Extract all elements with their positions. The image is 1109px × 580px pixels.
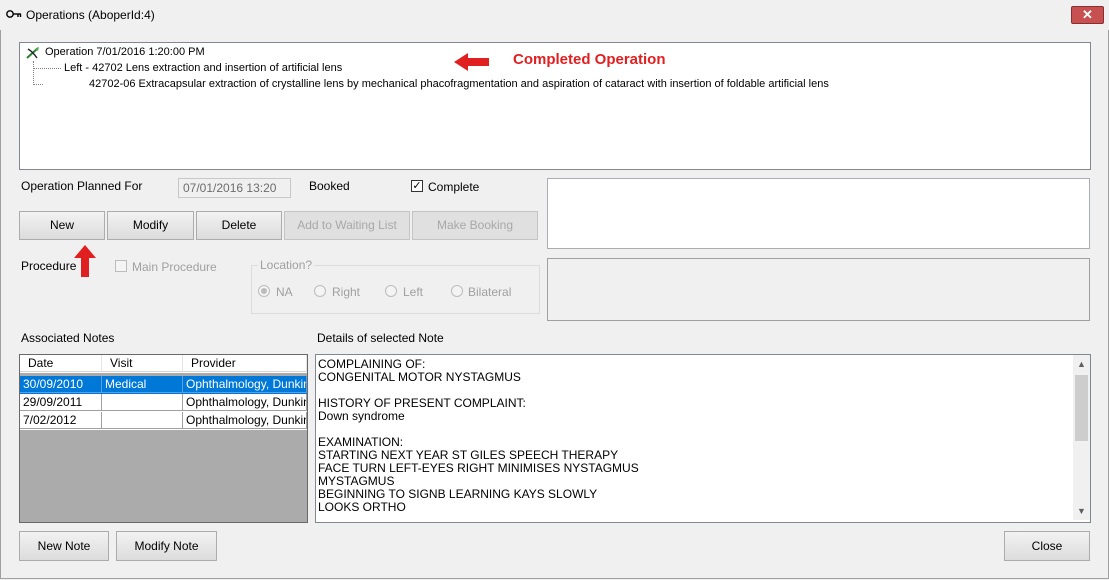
location-radio-bilateral[interactable] — [451, 285, 463, 297]
complete-checkbox[interactable]: ✓ — [411, 180, 423, 192]
new-button[interactable]: New — [19, 211, 105, 240]
cell-visit: Medical — [102, 376, 183, 393]
cell-date: 30/09/2010 — [20, 376, 102, 393]
column-header-provider[interactable]: Provider — [183, 355, 307, 372]
grid-header-row: Date Visit Provider — [20, 355, 307, 373]
completed-operation-annotation: Completed Operation — [513, 51, 666, 68]
title-bar: Operations (AboperId:4) ✕ — [0, 0, 1109, 30]
note-line: Down syndrome — [318, 409, 405, 423]
note-line: BEGINNING TO SIGNB LEARNING KAYS SLOWLY — [318, 487, 598, 501]
note-line: FACE TURN LEFT-EYES RIGHT MINIMISES NYST… — [318, 461, 639, 475]
cell-provider: Ophthalmology, Dunkin — [183, 394, 307, 411]
location-group-label: Location? — [258, 258, 315, 272]
location-radio-right[interactable] — [314, 285, 326, 297]
note-line: STARTING NEXT YEAR ST GILES SPEECH THERA… — [318, 448, 619, 462]
window-close-button[interactable]: ✕ — [1071, 6, 1104, 24]
scroll-up-icon[interactable]: ▲ — [1077, 359, 1086, 369]
operation-tree[interactable]: Operation 7/01/2016 1:20:00 PM Left - 42… — [19, 42, 1091, 170]
operation-planned-label: Operation Planned For — [21, 179, 143, 193]
cell-provider: Ophthalmology, Dunkin — [183, 376, 307, 393]
location-radio-left[interactable] — [385, 285, 397, 297]
make-booking-button[interactable]: Make Booking — [412, 211, 538, 240]
add-to-waiting-list-button[interactable]: Add to Waiting List — [284, 211, 410, 240]
modify-note-button[interactable]: Modify Note — [116, 531, 217, 561]
tree-item-subprocedure[interactable]: 42702-06 Extracapsular extraction of cry… — [89, 78, 829, 90]
procedure-details-panel — [547, 258, 1090, 321]
scrollbar-thumb[interactable] — [1075, 375, 1088, 441]
procedure-label: Procedure — [21, 259, 77, 273]
close-button[interactable]: Close — [1004, 531, 1090, 561]
column-header-date[interactable]: Date — [20, 355, 102, 372]
note-details-textbox[interactable]: COMPLAINING OF: CONGENITAL MOTOR NYSTAGM… — [315, 354, 1091, 523]
location-option-left: Left — [403, 285, 424, 299]
tree-connector — [33, 61, 34, 85]
tree-connector — [33, 84, 43, 85]
tree-connector — [33, 68, 61, 69]
location-option-na: NA — [276, 285, 293, 299]
location-option-bilateral: Bilateral — [468, 285, 512, 299]
note-line: LOOKS ORTHO — [318, 500, 406, 514]
operation-comment-box[interactable] — [547, 178, 1090, 249]
associated-notes-grid[interactable]: Date Visit Provider 30/09/2010 Medical O… — [19, 354, 308, 523]
note-line: EXAMINATION: — [318, 435, 404, 449]
note-line: COMPLAINING OF: — [318, 357, 426, 371]
cell-visit — [102, 412, 183, 429]
column-header-visit[interactable]: Visit — [102, 355, 183, 372]
tree-root-operation[interactable]: Operation 7/01/2016 1:20:00 PM — [45, 46, 205, 58]
complete-label: Complete — [428, 180, 480, 194]
note-details-scrollbar[interactable]: ▲ ▼ — [1073, 355, 1090, 520]
location-option-right: Right — [332, 285, 361, 299]
note-line: CONGENITAL MOTOR NYSTAGMUS — [318, 370, 521, 384]
table-row[interactable]: 30/09/2010 Medical Ophthalmology, Dunkin — [20, 376, 307, 394]
cell-date: 7/02/2012 — [20, 412, 102, 429]
operation-planned-field[interactable]: 07/01/2016 13:20 — [178, 178, 291, 198]
associated-notes-label: Associated Notes — [21, 331, 115, 345]
booked-label: Booked — [309, 179, 350, 193]
modify-button[interactable]: Modify — [107, 211, 194, 240]
cell-provider: Ophthalmology, Dunkin — [183, 412, 307, 429]
delete-button[interactable]: Delete — [196, 211, 282, 240]
main-procedure-label: Main Procedure — [132, 260, 217, 274]
table-row[interactable]: 7/02/2012 Ophthalmology, Dunkin — [20, 412, 307, 430]
scroll-down-icon[interactable]: ▼ — [1077, 506, 1086, 516]
cell-visit — [102, 394, 183, 411]
new-note-button[interactable]: New Note — [19, 531, 109, 561]
cell-date: 29/09/2011 — [20, 394, 102, 411]
key-icon — [6, 7, 22, 24]
note-line: MYSTAGMUS — [318, 474, 395, 488]
note-line: HISTORY OF PRESENT COMPLAINT: — [318, 396, 526, 410]
tree-item-procedure[interactable]: Left - 42702 Lens extraction and inserti… — [64, 62, 342, 74]
close-icon: ✕ — [1082, 7, 1093, 22]
window-title: Operations (AboperId:4) — [26, 8, 155, 22]
location-radio-na[interactable] — [258, 285, 270, 297]
table-row[interactable]: 29/09/2011 Ophthalmology, Dunkin — [20, 394, 307, 412]
details-of-selected-note-label: Details of selected Note — [317, 331, 444, 345]
main-procedure-checkbox[interactable] — [115, 260, 127, 272]
